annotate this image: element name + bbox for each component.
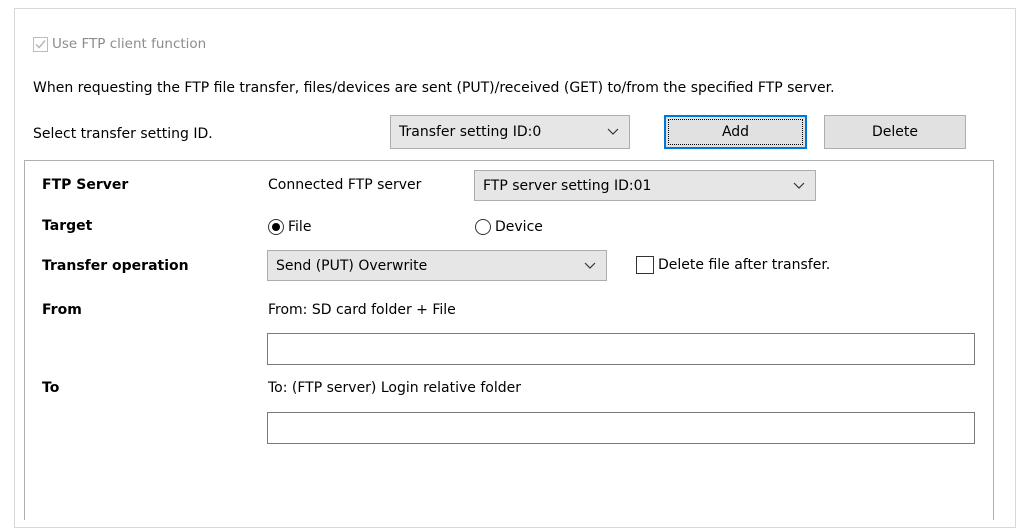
checkbox-icon xyxy=(636,256,654,274)
from-path-input[interactable] xyxy=(267,333,975,365)
chevron-down-icon xyxy=(607,124,619,140)
use-ftp-client-label: Use FTP client function xyxy=(52,36,207,52)
chevron-down-icon xyxy=(584,258,596,274)
target-device-label: Device xyxy=(495,219,543,235)
chevron-down-icon xyxy=(793,178,805,194)
target-device-radio[interactable]: Device xyxy=(475,219,543,235)
focus-rect xyxy=(668,119,803,145)
ftp-server-dropdown[interactable]: FTP server setting ID:01 xyxy=(474,170,816,201)
ftp-server-sublabel: Connected FTP server xyxy=(268,177,422,193)
delete-button-label: Delete xyxy=(872,124,918,140)
target-file-label: File xyxy=(288,219,312,235)
ftp-server-value: FTP server setting ID:01 xyxy=(483,177,652,194)
delete-after-transfer-checkbox[interactable]: Delete file after transfer. xyxy=(636,256,830,274)
to-path-input[interactable] xyxy=(267,412,975,444)
from-sublabel: From: SD card folder + File xyxy=(268,302,456,318)
use-ftp-client-checkbox[interactable]: Use FTP client function xyxy=(33,36,206,52)
transfer-operation-value: Send (PUT) Overwrite xyxy=(276,257,428,274)
from-label: From xyxy=(42,302,82,318)
check-icon xyxy=(33,36,48,52)
transfer-operation-label: Transfer operation xyxy=(42,258,189,274)
radio-checked-icon xyxy=(268,219,284,235)
transfer-setting-value: Transfer setting ID:0 xyxy=(399,124,542,140)
transfer-setting-dropdown[interactable]: Transfer setting ID:0 xyxy=(390,115,630,149)
delete-button[interactable]: Delete xyxy=(824,115,966,149)
delete-after-transfer-label: Delete file after transfer. xyxy=(658,257,831,273)
add-button[interactable]: Add xyxy=(664,115,807,149)
transfer-operation-dropdown[interactable]: Send (PUT) Overwrite xyxy=(267,250,607,281)
target-file-radio[interactable]: File xyxy=(268,219,311,235)
radio-unchecked-icon xyxy=(475,219,491,235)
to-sublabel: To: (FTP server) Login relative folder xyxy=(268,380,521,396)
description-text: When requesting the FTP file transfer, f… xyxy=(33,80,835,96)
transfer-setting-label: Select transfer setting ID. xyxy=(33,126,213,142)
target-label: Target xyxy=(42,218,93,234)
to-label: To xyxy=(42,380,60,396)
ftp-server-label: FTP Server xyxy=(42,177,129,193)
